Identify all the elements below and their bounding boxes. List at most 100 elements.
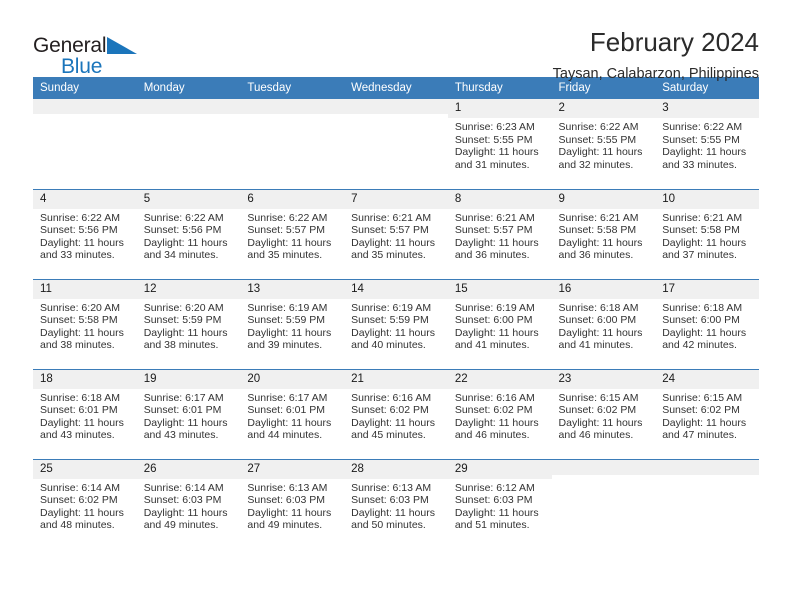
sunrise-text: Sunrise: 6:20 AM (143, 301, 224, 314)
day-number: 11 (33, 279, 137, 299)
sunrise-text: Sunrise: 6:23 AM (454, 121, 535, 133)
calendar-day-cell[interactable]: 17 Sunrise: 6:18 AM Sunset: 6:00 PM Dayligh… (655, 278, 759, 369)
sunrise-text: Sunrise: 6:12 AM (454, 481, 535, 494)
weekday-header-tuesday: Tuesday (240, 77, 345, 99)
day-cell-inner: 20 Sunrise: 6:17 AM Sunset: 6:01 PM Dayligh… (240, 369, 345, 459)
blue-triangle-icon (107, 37, 138, 58)
sunrise-text: Sunrise: 6:18 AM (40, 391, 120, 404)
day-sun-info: Sunrise: 6:19 AM Sunset: 5:59 PM Daylight:… (240, 299, 344, 352)
day-cell-inner: 13 Sunrise: 6:19 AM Sunset: 5:59 PM Dayligh… (240, 279, 345, 369)
calendar-day-cell[interactable]: 26 Sunrise: 6:14 AM Sunset: 6:03 PM Dayligh… (136, 458, 241, 550)
sunset-text: Sunset: 5:58 PM (662, 224, 740, 237)
daylight-text: Daylight: 11 hours and 43 minutes. (40, 416, 124, 442)
calendar-day-cell-empty (136, 99, 241, 189)
calendar-day-cell[interactable]: 28 Sunrise: 6:13 AM Sunset: 6:03 PM Dayligh… (344, 458, 448, 549)
sunrise-text: Sunrise: 6:19 AM (351, 301, 432, 314)
sunset-text: Sunset: 6:00 PM (662, 314, 740, 327)
day-number: 23 (551, 369, 656, 389)
calendar-day-cell[interactable]: 18 Sunrise: 6:18 AM Sunset: 6:01 PM Dayligh… (33, 368, 137, 459)
sunrise-text: Sunrise: 6:22 AM (662, 121, 743, 133)
day-sun-info: Sunrise: 6:22 AM Sunset: 5:57 PM Daylight:… (240, 209, 344, 262)
day-number: 9 (551, 189, 656, 209)
calendar-day-cell[interactable]: 22 Sunrise: 6:16 AM Sunset: 6:02 PM Dayligh… (447, 368, 552, 459)
calendar-day-cell[interactable]: 3 Sunrise: 6:22 AM Sunset: 5:55 PM Daylight… (655, 99, 759, 189)
weekday-header-thursday: Thursday (447, 77, 552, 99)
calendar-day-cell-empty (551, 458, 656, 550)
calendar-day-cell[interactable]: 10 Sunrise: 6:21 AM Sunset: 5:58 PM Dayligh… (655, 188, 759, 279)
day-cell-inner: 23 Sunrise: 6:15 AM Sunset: 6:02 PM Dayligh… (551, 369, 656, 459)
calendar-day-cell[interactable]: 27 Sunrise: 6:13 AM Sunset: 6:03 PM Dayligh… (240, 458, 345, 549)
calendar-day-cell[interactable]: 13 Sunrise: 6:19 AM Sunset: 5:59 PM Dayligh… (240, 278, 345, 369)
calendar-week-row: 4 Sunrise: 6:22 AM Sunset: 5:56 PM Daylight… (33, 188, 759, 279)
sunset-text: Sunset: 5:57 PM (351, 224, 429, 237)
day-cell-inner (344, 99, 448, 189)
sunset-text: Sunset: 5:55 PM (454, 133, 533, 146)
calendar-day-cell-empty (655, 458, 759, 549)
calendar-day-cell[interactable]: 21 Sunrise: 6:16 AM Sunset: 6:02 PM Dayligh… (344, 368, 448, 459)
logo[interactable]: General Blue (33, 27, 153, 78)
sunrise-text: Sunrise: 6:16 AM (351, 391, 432, 404)
calendar-day-cell[interactable]: 6 Sunrise: 6:22 AM Sunset: 5:57 PM Daylight… (240, 188, 345, 279)
day-sun-info: Sunrise: 6:21 AM Sunset: 5:58 PM Daylight:… (655, 209, 759, 262)
sunset-text: Sunset: 6:01 PM (247, 404, 326, 417)
calendar-day-cell[interactable]: 24 Sunrise: 6:15 AM Sunset: 6:02 PM Dayligh… (655, 368, 759, 459)
day-sun-info: Sunrise: 6:22 AM Sunset: 5:55 PM Daylight:… (552, 118, 656, 171)
day-cell-inner: 15 Sunrise: 6:19 AM Sunset: 6:00 PM Dayligh… (447, 279, 552, 369)
sunset-text: Sunset: 6:01 PM (143, 404, 222, 417)
calendar-day-cell[interactable]: 25 Sunrise: 6:14 AM Sunset: 6:02 PM Dayligh… (33, 458, 137, 549)
calendar-day-cell[interactable]: 8 Sunrise: 6:21 AM Sunset: 5:57 PM Daylight… (447, 188, 552, 279)
sunset-text: Sunset: 6:02 PM (454, 404, 533, 417)
daylight-text: Daylight: 11 hours and 35 minutes. (351, 236, 435, 262)
day-number (240, 99, 345, 114)
daylight-text: Daylight: 11 hours and 49 minutes. (247, 506, 332, 532)
calendar-day-cell[interactable]: 14 Sunrise: 6:19 AM Sunset: 5:59 PM Dayligh… (344, 278, 448, 369)
day-number (551, 459, 656, 475)
day-number: 21 (344, 369, 448, 389)
calendar-day-cell[interactable]: 7 Sunrise: 6:21 AM Sunset: 5:57 PM Daylight… (344, 188, 448, 279)
sunrise-text: Sunrise: 6:13 AM (247, 481, 328, 494)
daylight-text: Daylight: 11 hours and 48 minutes. (40, 506, 124, 532)
calendar-day-cell-empty (33, 99, 137, 189)
calendar-day-cell[interactable]: 23 Sunrise: 6:15 AM Sunset: 6:02 PM Dayligh… (551, 368, 656, 459)
day-cell-inner (551, 459, 656, 550)
day-cell-inner: 9 Sunrise: 6:21 AM Sunset: 5:58 PM Daylight… (551, 189, 656, 279)
daylight-text: Daylight: 11 hours and 45 minutes. (351, 416, 435, 442)
day-sun-info: Sunrise: 6:21 AM Sunset: 5:57 PM Daylight:… (448, 209, 552, 262)
day-cell-inner: 26 Sunrise: 6:14 AM Sunset: 6:03 PM Dayligh… (136, 459, 241, 550)
calendar-day-cell[interactable]: 4 Sunrise: 6:22 AM Sunset: 5:56 PM Daylight… (33, 188, 137, 279)
day-sun-info: Sunrise: 6:19 AM Sunset: 6:00 PM Daylight:… (448, 299, 552, 352)
day-number: 10 (655, 189, 759, 209)
day-sun-info: Sunrise: 6:22 AM Sunset: 5:56 PM Daylight:… (137, 209, 241, 262)
calendar-day-cell[interactable]: 9 Sunrise: 6:21 AM Sunset: 5:58 PM Daylight… (551, 188, 656, 279)
day-number: 14 (344, 279, 448, 299)
calendar-day-cell[interactable]: 20 Sunrise: 6:17 AM Sunset: 6:01 PM Dayligh… (240, 368, 345, 459)
calendar-day-cell[interactable]: 11 Sunrise: 6:20 AM Sunset: 5:58 PM Dayligh… (33, 278, 137, 369)
calendar-day-cell-empty (240, 99, 345, 189)
day-cell-inner (240, 99, 345, 189)
day-sun-info: Sunrise: 6:15 AM Sunset: 6:02 PM Daylight:… (552, 389, 656, 442)
calendar-day-cell[interactable]: 2 Sunrise: 6:22 AM Sunset: 5:55 PM Daylight… (551, 99, 656, 189)
daylight-text: Daylight: 11 hours and 33 minutes. (40, 236, 124, 262)
day-sun-info: Sunrise: 6:16 AM Sunset: 6:02 PM Daylight:… (344, 389, 448, 442)
calendar-day-cell[interactable]: 19 Sunrise: 6:17 AM Sunset: 6:01 PM Dayligh… (136, 368, 241, 459)
day-cell-inner (136, 99, 241, 189)
calendar-day-cell[interactable]: 29 Sunrise: 6:12 AM Sunset: 6:03 PM Dayligh… (447, 458, 552, 550)
calendar-day-cell[interactable]: 12 Sunrise: 6:20 AM Sunset: 5:59 PM Dayligh… (136, 278, 241, 369)
daylight-text: Daylight: 11 hours and 42 minutes. (662, 326, 747, 352)
day-cell-inner: 29 Sunrise: 6:12 AM Sunset: 6:03 PM Dayligh… (447, 459, 552, 550)
sunset-text: Sunset: 5:59 PM (143, 314, 222, 327)
sunrise-text: Sunrise: 6:15 AM (662, 391, 743, 404)
day-number: 16 (551, 279, 656, 299)
calendar-day-cell[interactable]: 15 Sunrise: 6:19 AM Sunset: 6:00 PM Dayligh… (447, 278, 552, 369)
sunrise-text: Sunrise: 6:13 AM (351, 481, 432, 494)
day-number: 28 (344, 459, 448, 479)
calendar-day-cell[interactable]: 1 Sunrise: 6:23 AM Sunset: 5:55 PM Daylight… (447, 99, 552, 189)
calendar-day-cell[interactable]: 5 Sunrise: 6:22 AM Sunset: 5:56 PM Daylight… (136, 188, 241, 279)
day-number (655, 459, 759, 475)
day-cell-inner: 11 Sunrise: 6:20 AM Sunset: 5:58 PM Dayligh… (33, 279, 137, 369)
calendar-day-cell[interactable]: 16 Sunrise: 6:18 AM Sunset: 6:00 PM Dayligh… (551, 278, 656, 369)
sunset-text: Sunset: 6:02 PM (351, 404, 429, 417)
day-number (136, 99, 241, 114)
day-sun-info: Sunrise: 6:21 AM Sunset: 5:58 PM Daylight:… (552, 209, 656, 262)
day-number: 26 (136, 459, 241, 479)
